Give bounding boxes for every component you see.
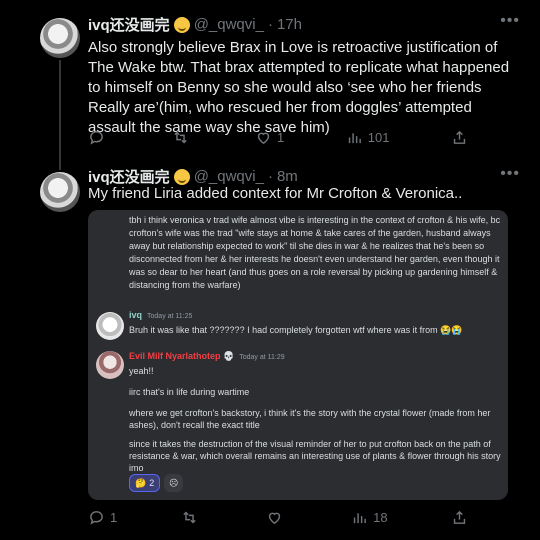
message-time: Today at 11:25 <box>147 313 193 320</box>
reaction-count: 2 <box>149 478 155 488</box>
share-button[interactable] <box>451 129 468 146</box>
message-author: ivq Today at 11:25 <box>129 310 192 320</box>
views-button[interactable]: 18 <box>351 509 388 526</box>
views-button[interactable]: 101 <box>346 129 390 146</box>
user-handle[interactable]: @_qwqvi_ <box>194 168 264 185</box>
share-icon <box>453 130 466 144</box>
message-time: Today at 11:29 <box>239 354 285 361</box>
thinking-emoji-icon: 🤔 <box>135 477 147 488</box>
reaction-frown[interactable]: ☹ <box>164 474 184 492</box>
sweat-smile-emoji-icon <box>173 16 190 33</box>
display-name[interactable]: ivq还没画完 <box>88 14 170 35</box>
separator-dot: · <box>267 168 273 185</box>
more-icon[interactable]: ••• <box>500 12 520 30</box>
attached-image[interactable]: tbh i think veronica v trad wife almost … <box>88 210 508 500</box>
author-name: Evil Milf Nyarlathotep 💀 <box>129 351 235 361</box>
retweet-icon <box>173 131 187 144</box>
views-icon <box>348 133 361 144</box>
reply-icon <box>90 131 103 145</box>
retweet-icon <box>182 511 196 524</box>
like-icon <box>268 512 281 525</box>
timestamp[interactable]: 17h <box>277 16 302 33</box>
reply-button[interactable] <box>88 129 110 146</box>
discord-quoted-message: tbh i think veronica v trad wife almost … <box>129 215 501 290</box>
message-line: iirc that's in life during wartime <box>129 387 250 397</box>
view-count: 101 <box>367 130 390 145</box>
avatar[interactable] <box>40 172 80 212</box>
retweet-button[interactable] <box>181 509 203 526</box>
reply-button[interactable]: 1 <box>88 509 117 526</box>
frown-emoji-icon: ☹ <box>169 477 179 488</box>
thread-line <box>59 60 61 170</box>
view-count: 18 <box>373 510 388 525</box>
sweat-smile-emoji-icon <box>173 168 190 185</box>
message-text: Bruh it was like that ??????? I had comp… <box>129 325 463 335</box>
like-icon <box>257 132 270 145</box>
message-line: where we get crofton's backstory, i thin… <box>129 408 491 430</box>
tweet-text: My friend Liria added context for Mr Cro… <box>88 185 463 202</box>
like-button[interactable]: 1 <box>255 129 284 146</box>
tweet-1: ivq还没画完 @_qwqvi_ · 17h ••• Also strongly… <box>0 0 540 170</box>
tweet-actions: 1 18 <box>88 509 468 526</box>
views-icon <box>354 513 367 524</box>
separator-dot: · <box>267 16 273 33</box>
reply-count: 1 <box>110 510 118 525</box>
share-icon <box>453 510 466 524</box>
share-button[interactable] <box>451 509 468 526</box>
reply-icon <box>90 511 103 525</box>
message-line: since it takes the destruction of the vi… <box>129 439 501 473</box>
tweet-actions: 1 101 <box>88 129 468 146</box>
more-icon[interactable]: ••• <box>500 165 520 183</box>
avatar[interactable] <box>40 18 80 58</box>
user-handle[interactable]: @_qwqvi_ <box>194 16 264 33</box>
message-line: yeah!! <box>129 366 154 376</box>
retweet-button[interactable] <box>172 129 194 146</box>
like-button[interactable] <box>266 509 288 526</box>
like-count: 1 <box>277 130 285 145</box>
message-author: Evil Milf Nyarlathotep 💀 Today at 11:29 <box>129 351 285 362</box>
timestamp[interactable]: 8m <box>277 168 298 185</box>
tweet-header: ivq还没画完 @_qwqvi_ · 17h <box>88 14 302 35</box>
tweet-text: Also strongly believe Brax in Love is re… <box>88 39 510 136</box>
author-avatar <box>96 312 124 340</box>
author-avatar <box>96 351 124 379</box>
reaction-thinking[interactable]: 🤔 2 <box>129 474 161 492</box>
author-name: ivq <box>129 310 143 320</box>
